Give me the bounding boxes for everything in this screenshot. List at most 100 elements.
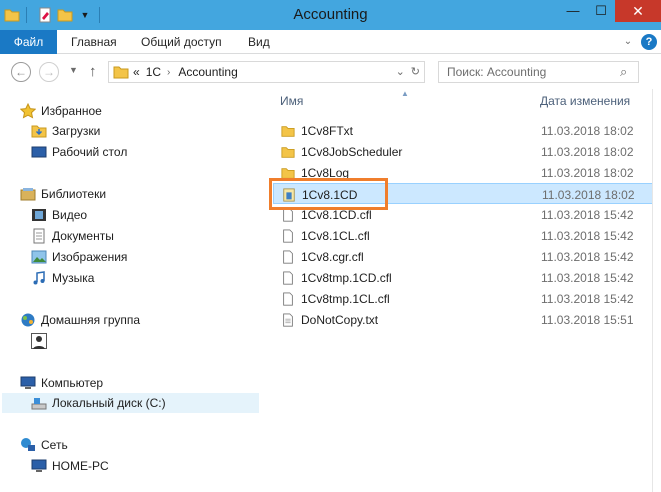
nav-label: Библиотеки [41, 187, 107, 201]
file-name: 1Cv8.cgr.cfl [301, 250, 364, 264]
nav-label: Музыка [52, 271, 95, 285]
user-avatar-icon [31, 333, 47, 349]
chevron-down-icon[interactable]: ⌄ [396, 65, 405, 78]
folder-icon [281, 147, 295, 158]
navigation-pane: Избранное Загрузки Рабочий стол Библиоте… [0, 89, 265, 492]
video-icon [32, 209, 46, 221]
refresh-icon[interactable]: ↻ [411, 65, 420, 78]
file-row-1cv8-1cl-cfl[interactable]: 1Cv8.1CL.cfl 11.03.2018 15:42 [273, 225, 659, 246]
file-name: 1Cv8.1CL.cfl [301, 229, 370, 243]
file-name: 1Cv8JobScheduler [301, 145, 403, 159]
folder-icon [113, 66, 129, 79]
breadcrumb-1c[interactable]: 1C [146, 65, 161, 79]
chevron-down-icon[interactable]: ⌄ [621, 35, 635, 49]
nav-homegroup[interactable]: Домашняя группа [20, 310, 140, 330]
computer-icon [20, 376, 36, 389]
highlight-box [269, 178, 388, 210]
file-name: 1Cv8FTxt [301, 124, 354, 138]
nav-computer[interactable]: Компьютер [20, 373, 103, 393]
file-date: 11.03.2018 18:02 [542, 188, 635, 202]
vertical-scrollbar[interactable] [652, 89, 661, 492]
file-row-1cv8tmp-1cl-cfl[interactable]: 1Cv8tmp.1CL.cfl 11.03.2018 15:42 [273, 288, 659, 309]
title-bar: ▼ Accounting — ☐ ✕ [0, 0, 661, 30]
nav-libraries[interactable]: Библиотеки [20, 184, 106, 204]
nav-item-pictures[interactable]: Изображения [31, 247, 127, 267]
nav-label: Рабочий стол [52, 145, 128, 159]
column-header-name[interactable]: Имя [280, 94, 303, 112]
ribbon-controls: ⌄ ? [621, 34, 657, 50]
file-row-1cv8-cgr-cfl[interactable]: 1Cv8.cgr.cfl 11.03.2018 15:42 [273, 246, 659, 267]
network-icon [21, 438, 35, 451]
file-date: 11.03.2018 15:51 [541, 313, 634, 327]
recent-locations-icon[interactable]: ▼ [69, 65, 78, 75]
file-date: 11.03.2018 15:42 [541, 208, 634, 222]
file-date: 11.03.2018 18:02 [541, 124, 634, 138]
up-button[interactable]: ↑ [89, 63, 97, 80]
window-controls: — ☐ ✕ [559, 0, 661, 22]
file-date: 11.03.2018 18:02 [541, 166, 634, 180]
file-row-1cv8ftxt[interactable]: 1Cv8FTxt 11.03.2018 18:02 [273, 120, 659, 141]
file-name: 1Cv8tmp.1CD.cfl [301, 271, 392, 285]
computer-icon [31, 459, 47, 472]
column-header-date[interactable]: Дата изменения [540, 94, 630, 112]
chevron-right-icon[interactable]: › [167, 67, 170, 78]
file-row-1cv8jobscheduler[interactable]: 1Cv8JobScheduler 11.03.2018 18:02 [273, 141, 659, 162]
documents-icon [33, 228, 45, 244]
search-input[interactable]: Поиск: Accounting [438, 61, 639, 83]
file-list: Имя ▲ Дата изменения 1Cv8FTxt 11.03.2018… [265, 89, 661, 492]
file-name: 1Cv8.1CD.cfl [301, 208, 372, 222]
star-icon [20, 103, 36, 119]
nav-label: Изображения [52, 250, 128, 264]
text-file-icon [283, 313, 293, 327]
close-button[interactable]: ✕ [615, 0, 661, 22]
nav-favorites[interactable]: Избранное [20, 101, 102, 121]
nav-label: Локальный диск (C:) [52, 396, 166, 410]
nav-item-documents[interactable]: Документы [31, 226, 114, 246]
desktop-icon [31, 146, 47, 158]
tab-view[interactable]: Вид [248, 30, 270, 54]
nav-label: Избранное [41, 104, 102, 118]
file-date: 11.03.2018 18:02 [541, 145, 634, 159]
nav-label: Видео [52, 208, 88, 222]
nav-item-videos[interactable]: Видео [31, 205, 87, 225]
file-name: DoNotCopy.txt [301, 313, 379, 327]
file-icon [283, 250, 293, 264]
file-icon [283, 271, 293, 285]
tab-share[interactable]: Общий доступ [141, 30, 222, 54]
nav-label: Домашняя группа [41, 313, 141, 327]
nav-label: Компьютер [41, 376, 104, 390]
forward-button[interactable]: → [39, 62, 59, 82]
address-row: ← → ▼ ↑ « 1C › Accounting ⌄ ↻ Поиск: Acc… [0, 55, 661, 89]
file-row-1cv8tmp-1cd-cfl[interactable]: 1Cv8tmp.1CD.cfl 11.03.2018 15:42 [273, 267, 659, 288]
nav-item-music[interactable]: Музыка [31, 268, 94, 288]
libraries-icon [20, 188, 36, 201]
address-controls: ⌄ ↻ [396, 65, 420, 78]
file-date: 11.03.2018 15:42 [541, 229, 634, 243]
tab-home[interactable]: Главная [71, 30, 117, 54]
music-icon [33, 271, 45, 285]
breadcrumb-accounting[interactable]: Accounting [178, 65, 237, 79]
nav-item-home-pc[interactable]: HOME-PC [31, 456, 109, 476]
maximize-button[interactable]: ☐ [587, 0, 615, 22]
back-button[interactable]: ← [11, 62, 31, 82]
nav-item-desktop[interactable]: Рабочий стол [31, 142, 127, 162]
nav-label: HOME-PC [52, 459, 109, 473]
nav-item-local-disk[interactable]: Локальный диск (C:) [2, 393, 259, 413]
breadcrumb-overflow[interactable]: « [133, 65, 140, 79]
file-row-donotcopy-txt[interactable]: DoNotCopy.txt 11.03.2018 15:51 [273, 309, 659, 330]
minimize-button[interactable]: — [559, 0, 587, 22]
file-date: 11.03.2018 15:42 [541, 271, 634, 285]
homegroup-icon [21, 313, 35, 327]
ribbon-tabs: Файл Главная Общий доступ Вид ⌄ ? [0, 30, 661, 54]
address-bar[interactable]: « 1C › Accounting ⌄ ↻ [108, 61, 425, 83]
search-icon[interactable]: ⌕ [620, 64, 627, 80]
nav-label: Загрузки [52, 124, 101, 138]
help-icon[interactable]: ? [641, 34, 657, 50]
nav-item-downloads[interactable]: Загрузки [31, 121, 100, 141]
tab-file[interactable]: Файл [0, 30, 57, 54]
downloads-icon [31, 125, 47, 138]
nav-network[interactable]: Сеть [20, 435, 68, 455]
nav-label: Сеть [41, 438, 68, 452]
nav-item-user[interactable] [31, 331, 52, 351]
file-date: 11.03.2018 15:42 [541, 250, 634, 264]
